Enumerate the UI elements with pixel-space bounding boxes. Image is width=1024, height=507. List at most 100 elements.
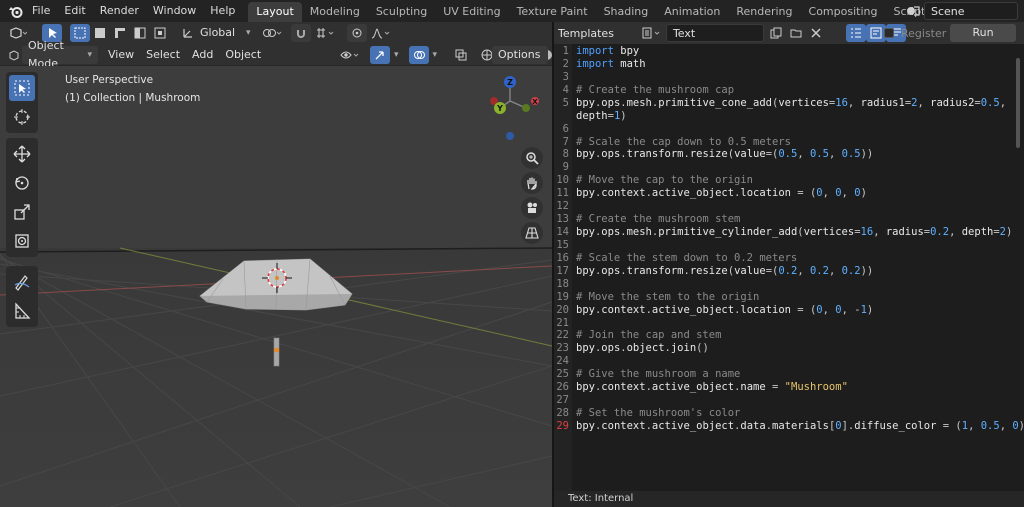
code-line[interactable]: 10 # Move the cap to the origin xyxy=(554,174,1024,187)
select-extend-icon[interactable] xyxy=(90,24,110,42)
menu-edit[interactable]: Edit xyxy=(57,0,92,22)
viewport-menu-select[interactable]: Select xyxy=(140,48,186,61)
code-line[interactable]: 18 xyxy=(554,278,1024,291)
pan-hand-icon[interactable] xyxy=(521,172,543,194)
overlays-chevron-down-icon[interactable]: ▾ xyxy=(433,50,438,60)
viewport-menu-add[interactable]: Add xyxy=(186,48,219,61)
code-line[interactable]: 29 bpy.context.active_object.data.materia… xyxy=(554,420,1024,433)
navigation-gizmo[interactable]: Z Y X xyxy=(486,74,550,144)
select-box-tool-icon[interactable] xyxy=(9,75,35,101)
transform-orientation-dropdown[interactable]: Global xyxy=(198,24,246,42)
gizmo-chevron-down-icon[interactable]: ▾ xyxy=(394,50,399,60)
code-area[interactable]: 1 import bpy 2 import math 3 4 # Create the mu… xyxy=(554,44,1024,491)
transform-orientation-icon[interactable] xyxy=(178,24,198,42)
tab-uv-editing[interactable]: UV Editing xyxy=(435,2,508,22)
code-line[interactable]: 20 bpy.context.active_object.location = (… xyxy=(554,304,1024,317)
code-line[interactable]: 9 xyxy=(554,161,1024,174)
templates-menu[interactable]: Templates xyxy=(554,27,620,40)
menu-window[interactable]: Window xyxy=(146,0,203,22)
register-checkbox[interactable] xyxy=(884,28,894,38)
code-line[interactable]: 19 # Move the stem to the origin xyxy=(554,291,1024,304)
code-line[interactable]: 6 xyxy=(554,123,1024,136)
code-line[interactable]: 1 import bpy xyxy=(554,45,1024,58)
tab-layout[interactable]: Layout xyxy=(248,1,302,22)
code-line[interactable]: 13 # Create the mushroom stem xyxy=(554,213,1024,226)
rotate-tool-icon[interactable] xyxy=(9,170,35,196)
open-folder-icon[interactable] xyxy=(786,24,806,42)
viewport-menu-view[interactable]: View xyxy=(102,48,140,61)
text-name-field[interactable]: Text xyxy=(665,24,764,42)
code-line[interactable]: 15 xyxy=(554,239,1024,252)
tab-rendering[interactable]: Rendering xyxy=(728,2,800,22)
code-line[interactable]: 28 # Set the mushroom's color xyxy=(554,407,1024,420)
run-script-button[interactable]: Run Script xyxy=(950,24,1016,57)
code-line[interactable]: 12 xyxy=(554,200,1024,213)
code-line[interactable]: 14 bpy.ops.mesh.primitive_cylinder_add(ve… xyxy=(554,226,1024,239)
word-wrap-toggle-icon[interactable] xyxy=(865,24,886,42)
tab-modeling[interactable]: Modeling xyxy=(302,2,368,22)
code-line[interactable]: 4 # Create the mushroom cap xyxy=(554,84,1024,97)
workspace-tabs: Layout Modeling Sculpting UV Editing Texture… xyxy=(248,1,950,22)
select-subtract-icon[interactable] xyxy=(110,24,130,42)
code-line[interactable]: 3 xyxy=(554,71,1024,84)
cursor-tool-icon[interactable] xyxy=(9,104,35,130)
transform-tool-icon[interactable] xyxy=(9,228,35,254)
code-line[interactable]: 8 bpy.ops.transform.resize(value=(0.5, 0.… xyxy=(554,148,1024,161)
code-line[interactable]: 25 # Give the mushroom a name xyxy=(554,368,1024,381)
code-line[interactable]: 2 import math xyxy=(554,58,1024,71)
code-line[interactable]: 11 bpy.context.active_object.location = (… xyxy=(554,187,1024,200)
proportional-editing-icon[interactable] xyxy=(346,24,367,42)
menu-file[interactable]: File xyxy=(25,0,57,22)
code-text: bpy.ops.mesh.primitive_cylinder_add(vert… xyxy=(576,226,1013,239)
viewport-menu-object[interactable]: Object xyxy=(219,48,267,61)
options-dropdown[interactable]: Options ▾ xyxy=(492,46,548,80)
gizmo-toggle-icon[interactable] xyxy=(370,46,390,64)
duplicate-text-icon[interactable] xyxy=(766,24,786,42)
code-line[interactable]: 17 bpy.ops.transform.resize(value=(0.2, 0… xyxy=(554,265,1024,278)
scale-tool-icon[interactable] xyxy=(9,199,35,225)
select-intersect-icon[interactable] xyxy=(150,24,170,42)
blender-logo-icon[interactable] xyxy=(5,2,25,20)
tab-animation[interactable]: Animation xyxy=(656,2,728,22)
code-line[interactable]: 24 xyxy=(554,355,1024,368)
proportional-falloff-icon[interactable] xyxy=(367,24,395,42)
code-line[interactable]: 27 xyxy=(554,394,1024,407)
menu-render[interactable]: Render xyxy=(93,0,146,22)
code-line[interactable]: 23 bpy.ops.object.join() xyxy=(554,342,1024,355)
code-line[interactable]: 21 xyxy=(554,317,1024,330)
select-invert-icon[interactable] xyxy=(130,24,150,42)
snap-icon[interactable] xyxy=(290,24,311,42)
code-text: # Create the mushroom stem xyxy=(576,213,741,226)
scene-icon[interactable] xyxy=(902,2,924,20)
text-editor[interactable]: 1 import bpy 2 import math 3 4 # Create the mu… xyxy=(554,44,1024,491)
tab-texture-paint[interactable]: Texture Paint xyxy=(509,2,596,22)
tab-sculpting[interactable]: Sculpting xyxy=(368,2,435,22)
text-datablock-icon[interactable] xyxy=(638,24,666,42)
code-line[interactable]: 5 bpy.ops.mesh.primitive_cone_add(vertice… xyxy=(554,97,1024,110)
xray-toggle-icon[interactable] xyxy=(451,46,471,64)
measure-tool-icon[interactable] xyxy=(9,298,35,324)
close-icon[interactable] xyxy=(806,24,826,42)
3d-viewport[interactable]: User Perspective (1) Collection | Mushro… xyxy=(0,66,552,507)
code-line[interactable]: 26 bpy.context.active_object.name = "Mush… xyxy=(554,381,1024,394)
code-line[interactable]: 22 # Join the cap and stem xyxy=(554,329,1024,342)
object-mode-dropdown[interactable]: Object Mode ▾ xyxy=(22,39,98,70)
code-line[interactable]: depth=1) xyxy=(554,110,1024,123)
line-numbers-toggle-icon[interactable] xyxy=(845,24,866,42)
code-line[interactable]: 7 # Scale the cap down to 0.5 meters xyxy=(554,136,1024,149)
tab-compositing[interactable]: Compositing xyxy=(801,2,886,22)
pivot-point-icon[interactable] xyxy=(257,24,287,42)
scene-selector[interactable]: Scene xyxy=(924,2,1018,20)
snap-target-icon[interactable] xyxy=(311,24,341,42)
visibility-eye-icon[interactable] xyxy=(336,46,364,64)
zoom-icon[interactable] xyxy=(521,147,543,169)
editor-scrollbar[interactable] xyxy=(1016,58,1020,148)
tab-shading[interactable]: Shading xyxy=(596,2,657,22)
annotate-tool-icon[interactable] xyxy=(9,269,35,295)
code-line[interactable]: 16 # Scale the stem down to 0.2 meters xyxy=(554,252,1024,265)
perspective-grid-icon[interactable] xyxy=(521,222,543,244)
menu-help[interactable]: Help xyxy=(203,0,242,22)
overlays-toggle-icon[interactable] xyxy=(408,46,429,64)
move-tool-icon[interactable] xyxy=(9,141,35,167)
camera-icon[interactable] xyxy=(521,197,543,219)
